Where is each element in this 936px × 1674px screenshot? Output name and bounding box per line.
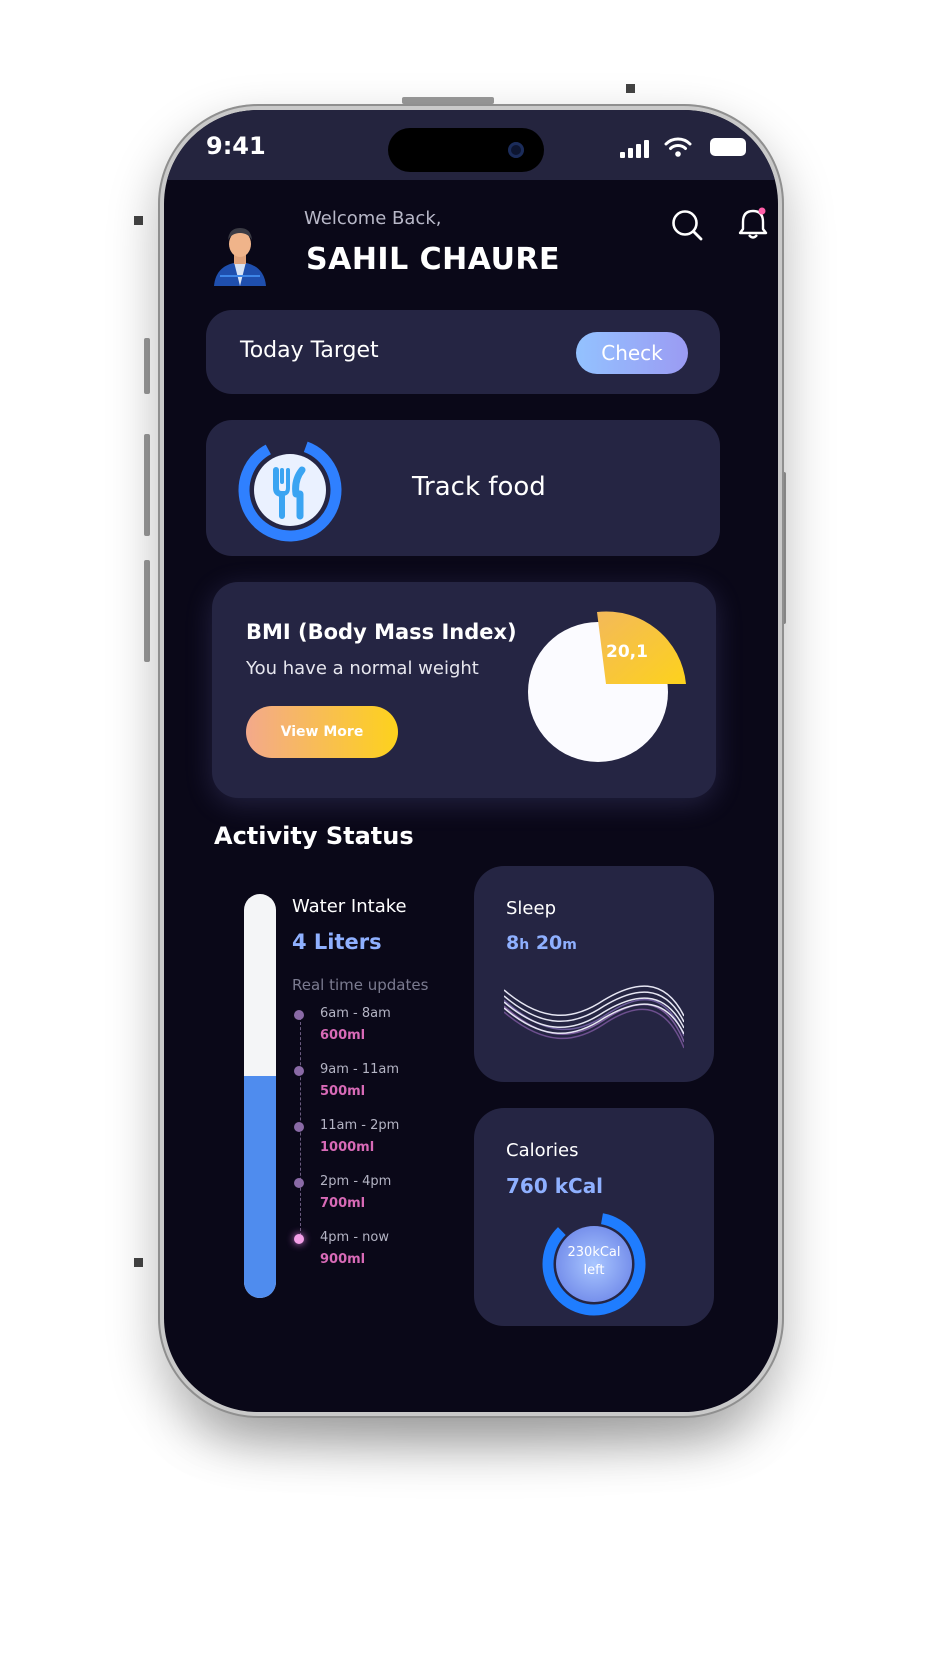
view-more-button[interactable]: View More	[246, 706, 398, 758]
status-icons	[620, 136, 750, 160]
avatar	[214, 228, 266, 286]
welcome-text: Welcome Back,	[304, 208, 442, 229]
timeline-amount: 500ml	[320, 1084, 366, 1099]
timeline-dot	[294, 1066, 304, 1076]
battery-icon	[710, 138, 746, 156]
calories-left-value: 230kCal	[567, 1245, 621, 1260]
track-food-label: Track food	[412, 472, 546, 502]
sleep-card[interactable]: Sleep 8h 20m	[474, 866, 714, 1082]
timeline-item: 2pm - 4pm 700ml	[294, 1174, 454, 1216]
water-intake-value: 4 Liters	[292, 930, 382, 954]
timeline-amount: 700ml	[320, 1196, 366, 1211]
today-target-label: Today Target	[240, 338, 379, 363]
bell-icon[interactable]	[738, 206, 768, 240]
phone-volume-down	[144, 560, 150, 662]
calories-card[interactable]: Calories 760 kCal 230kCal left	[474, 1108, 714, 1326]
phone-action-button	[144, 338, 150, 394]
timeline-dot	[294, 1010, 304, 1020]
timeline-amount: 1000ml	[320, 1140, 375, 1155]
activity-status-title: Activity Status	[214, 822, 414, 850]
wifi-icon	[664, 137, 692, 157]
timeline-time: 4pm - now	[320, 1230, 389, 1245]
phone-volume-up	[144, 434, 150, 536]
timeline-time: 6am - 8am	[320, 1006, 391, 1021]
timeline-dot-active	[294, 1234, 304, 1244]
phone-top-button	[402, 97, 494, 104]
timeline-amount: 600ml	[320, 1028, 366, 1043]
status-bar: 9:41	[164, 110, 778, 180]
timeline-item: 11am - 2pm 1000ml	[294, 1118, 454, 1160]
water-progress-fill	[244, 1076, 276, 1298]
decoration-square	[626, 84, 635, 93]
timeline-dot	[294, 1178, 304, 1188]
status-time: 9:41	[206, 132, 266, 160]
food-progress-ring	[238, 438, 342, 542]
calories-left-label: left	[583, 1263, 605, 1278]
timeline-time: 2pm - 4pm	[320, 1174, 392, 1189]
timeline-amount: 900ml	[320, 1252, 366, 1267]
bmi-pie-chart	[528, 611, 686, 762]
phone-screen: 9:41 Welcome Back, SAHIL CHAURE Today Ta…	[164, 110, 778, 1412]
search-icon[interactable]	[670, 208, 704, 242]
bmi-value: 20,1	[606, 642, 648, 662]
track-food-card[interactable]: Track food	[206, 420, 720, 556]
real-time-updates-label: Real time updates	[292, 976, 429, 994]
check-button[interactable]: Check	[576, 332, 688, 374]
calories-left: 230kCal left	[558, 1244, 630, 1280]
camera-icon	[508, 142, 524, 158]
calories-value: 760 kCal	[506, 1174, 604, 1198]
water-intake-title: Water Intake	[292, 896, 407, 917]
timeline-item: 9am - 11am 500ml	[294, 1062, 454, 1104]
sleep-value: 8h 20m	[506, 932, 577, 954]
water-progress-bar	[244, 894, 276, 1298]
calories-title: Calories	[506, 1140, 579, 1161]
bmi-subtitle: You have a normal weight	[246, 658, 479, 679]
timeline-item: 6am - 8am 600ml	[294, 1006, 454, 1048]
today-target-card: Today Target Check	[206, 310, 720, 394]
dynamic-island	[388, 128, 544, 172]
timeline-item: 4pm - now 900ml	[294, 1230, 454, 1272]
sleep-wave-graph	[504, 985, 684, 1049]
decoration-square	[134, 216, 143, 225]
user-name: SAHIL CHAURE	[306, 242, 561, 277]
signal-icon	[620, 136, 654, 160]
timeline-time: 9am - 11am	[320, 1062, 400, 1077]
timeline-time: 11am - 2pm	[320, 1118, 400, 1133]
sleep-title: Sleep	[506, 898, 557, 919]
bmi-title: BMI (Body Mass Index)	[246, 620, 517, 644]
bmi-card: BMI (Body Mass Index) You have a normal …	[212, 582, 716, 798]
timeline-dot	[294, 1122, 304, 1132]
decoration-square	[134, 1258, 143, 1267]
